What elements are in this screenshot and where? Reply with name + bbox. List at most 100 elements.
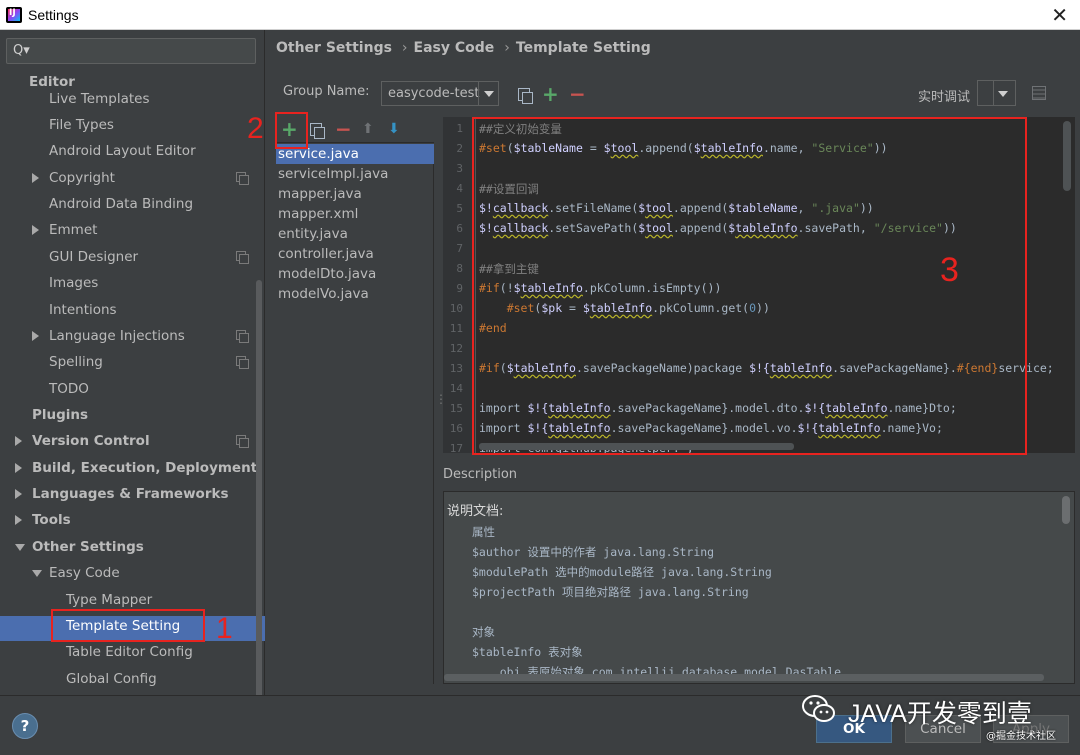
description-title: 说明文档: <box>447 504 504 519</box>
template-file-item[interactable]: entity.java <box>276 224 434 244</box>
chevron-right-icon[interactable] <box>32 225 39 235</box>
search-input[interactable]: Q▾ <box>6 38 256 64</box>
help-button[interactable]: ? <box>12 713 38 739</box>
annotation-number-1: 1 <box>216 612 233 645</box>
group-name-select[interactable]: easycode-test <box>381 81 499 106</box>
splitter-handle[interactable] <box>435 392 439 408</box>
chevron-right-icon[interactable] <box>32 331 39 341</box>
line-number: 5 <box>456 202 463 215</box>
template-file-item[interactable]: modelDto.java <box>276 264 434 284</box>
line-number: 11 <box>449 322 463 335</box>
tree-item-android-data-binding[interactable]: Android Data Binding <box>49 192 193 216</box>
line-number: 15 <box>449 402 463 415</box>
wechat-logo-icon <box>802 695 835 722</box>
live-debug-select[interactable] <box>977 80 1016 106</box>
tree-item-intentions[interactable]: Intentions <box>49 298 117 322</box>
chevron-right-icon[interactable] <box>15 489 22 499</box>
tree-item-global-config[interactable]: Global Config <box>66 667 157 691</box>
tree-item-copyright[interactable]: Copyright <box>49 166 115 190</box>
chevron-down-icon <box>998 91 1008 97</box>
template-file-item[interactable]: modelVo.java <box>276 284 434 304</box>
group-name-label: Group Name: <box>283 84 370 99</box>
breadcrumb-other-settings[interactable]: Other Settings <box>276 40 392 56</box>
template-file-item[interactable]: serviceImpl.java <box>276 164 434 184</box>
line-number: 8 <box>456 262 463 275</box>
intellij-logo-icon <box>6 6 22 23</box>
table-icon[interactable] <box>1032 86 1046 100</box>
tree-item-file-types[interactable]: File Types <box>49 113 114 137</box>
tree-item-tools[interactable]: Tools <box>32 508 71 532</box>
line-number: 6 <box>456 222 463 235</box>
chevron-right-icon[interactable] <box>15 463 22 473</box>
line-number: 4 <box>456 182 463 195</box>
breadcrumb-separator: › <box>504 40 510 56</box>
description-line: 对象 <box>472 625 495 639</box>
template-file-item[interactable]: mapper.xml <box>276 204 434 224</box>
chevron-down-icon[interactable] <box>15 544 25 551</box>
line-number: 2 <box>456 142 463 155</box>
line-number: 7 <box>456 242 463 255</box>
tree-item-plugins[interactable]: Plugins <box>32 403 88 427</box>
dropdown-button[interactable] <box>478 82 498 105</box>
tree-item-table-editor-config[interactable]: Table Editor Config <box>66 640 193 664</box>
chevron-down-icon[interactable] <box>32 570 42 577</box>
project-settings-icon <box>236 435 249 448</box>
tree-item-other-settings[interactable]: Other Settings <box>32 535 144 559</box>
description-scrollbar[interactable] <box>1062 496 1070 524</box>
annotation-number-3: 3 <box>940 251 959 289</box>
tree-item-easy-code[interactable]: Easy Code <box>49 561 120 585</box>
chevron-right-icon[interactable] <box>15 515 22 525</box>
chevron-down-icon <box>484 91 494 97</box>
project-settings-icon <box>236 251 249 264</box>
line-number: 12 <box>449 342 463 355</box>
tree-item-live-templates[interactable]: Live Templates <box>49 87 150 111</box>
tree-item-todo[interactable]: TODO <box>49 377 89 401</box>
tree-item-version-control[interactable]: Version Control <box>32 429 150 453</box>
tree-item-images[interactable]: Images <box>49 271 98 295</box>
settings-tree: Q▾ Editor Live Templates File Types Android… <box>0 30 265 710</box>
tree-scrollbar[interactable] <box>256 280 262 710</box>
live-debug-label: 实时调试 <box>918 90 971 105</box>
description-line: $author 设置中的作者 java.lang.String <box>472 545 715 559</box>
watermark-text: JAVA开发零到壹 <box>848 700 1032 728</box>
tree-item-languages-frameworks[interactable]: Languages & Frameworks <box>32 482 229 506</box>
tree-item-android-layout-editor[interactable]: Android Layout Editor <box>49 139 196 163</box>
editor-scrollbar[interactable] <box>1063 121 1071 191</box>
line-number: 3 <box>456 162 463 175</box>
chevron-right-icon[interactable] <box>15 436 22 446</box>
chevron-right-icon[interactable] <box>32 173 39 183</box>
tree-item-build-execution-deployment[interactable]: Build, Execution, Deployment <box>32 456 257 480</box>
remove-template-button[interactable]: − <box>335 119 352 139</box>
tree-item-language-injections[interactable]: Language Injections <box>49 324 185 348</box>
tree-item-gui-designer[interactable]: GUI Designer <box>49 245 138 269</box>
copy-template-icon[interactable] <box>310 123 325 139</box>
breadcrumb-separator: › <box>401 40 408 56</box>
group-name-value: easycode-test <box>388 86 480 101</box>
description-line: $tableInfo 表对象 <box>472 645 583 659</box>
line-number: 16 <box>449 422 463 435</box>
close-icon[interactable]: ✕ <box>1051 3 1068 27</box>
template-file-item[interactable]: controller.java <box>276 244 434 264</box>
move-up-icon[interactable]: ⬆ <box>362 121 374 137</box>
line-number: 17 <box>449 442 463 453</box>
watermark-subtext: @掘金技术社区 <box>986 731 1056 742</box>
move-down-icon[interactable]: ⬇ <box>388 121 400 137</box>
tree-item-emmet[interactable]: Emmet <box>49 218 97 242</box>
template-file-list: service.java serviceImpl.java mapper.java m… <box>276 144 434 684</box>
line-number: 13 <box>449 362 463 375</box>
copy-group-icon[interactable] <box>518 88 533 104</box>
add-group-button[interactable]: + <box>542 84 559 104</box>
description-label: Description <box>443 467 518 482</box>
description-panel: 说明文档: 属性 $author 设置中的作者 java.lang.String $… <box>443 491 1075 684</box>
breadcrumb-template-setting: Template Setting <box>515 40 651 56</box>
tree-item-spelling[interactable]: Spelling <box>49 350 103 374</box>
annotation-box-add-button <box>275 112 308 149</box>
template-file-item[interactable]: mapper.java <box>276 184 434 204</box>
breadcrumb-easy-code[interactable]: Easy Code <box>414 40 495 56</box>
description-horizontal-scrollbar[interactable] <box>444 674 1044 681</box>
project-settings-icon <box>236 172 249 185</box>
remove-group-button[interactable]: − <box>569 84 586 104</box>
line-number: 10 <box>449 302 463 315</box>
project-settings-icon <box>236 356 249 369</box>
line-number: 1 <box>456 122 463 135</box>
